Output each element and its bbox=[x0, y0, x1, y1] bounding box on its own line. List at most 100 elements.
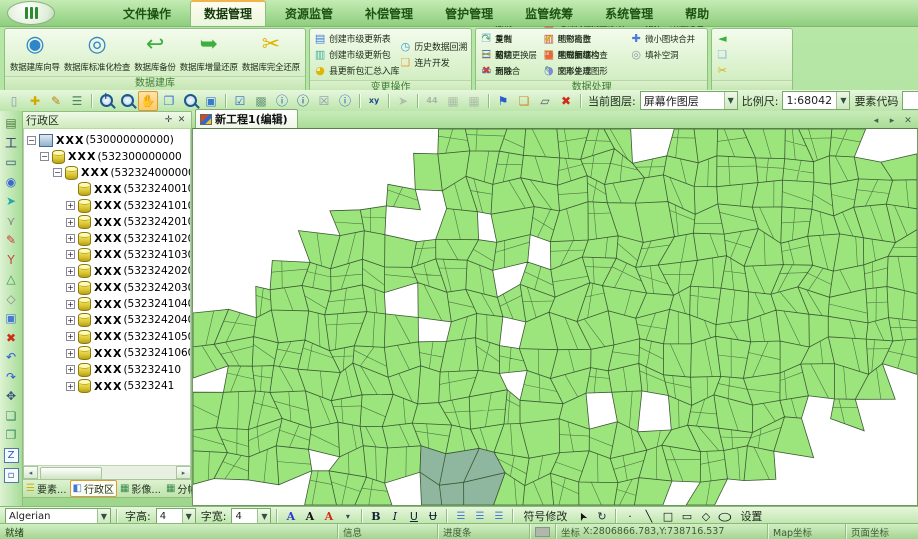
tree-node[interactable]: +XXX(532324103000 bbox=[27, 247, 190, 263]
ribbon-button[interactable]: ❏连片开发 bbox=[399, 55, 467, 70]
edit-check-icon[interactable]: ☑ bbox=[230, 91, 250, 111]
align-left-icon[interactable]: ☰ bbox=[452, 508, 469, 525]
collapse-icon[interactable]: − bbox=[27, 136, 36, 145]
menu-tab-5[interactable]: 管护管理 bbox=[432, 2, 506, 26]
tree-node[interactable]: +XXX(532324201000 bbox=[27, 214, 190, 230]
tree-node[interactable]: −XXX(532324000000) bbox=[27, 165, 190, 181]
pointer-icon[interactable]: ➤ bbox=[393, 91, 413, 111]
pointer-star-icon[interactable]: ➤ bbox=[2, 192, 20, 210]
xy-coordinate-icon[interactable]: xy bbox=[364, 91, 384, 111]
close-panel-icon[interactable]: ✕ bbox=[175, 114, 188, 126]
image-icon[interactable]: ▣ bbox=[201, 91, 221, 111]
move-icon[interactable]: ✥ bbox=[2, 387, 20, 405]
chevron-down-icon[interactable]: ▼ bbox=[97, 509, 110, 523]
feature-code-combo[interactable]: ▼ bbox=[902, 91, 918, 110]
delete-x-icon[interactable]: ✖ bbox=[556, 91, 576, 111]
ribbon-button[interactable]: ▭面融合 bbox=[480, 63, 537, 78]
expand-icon[interactable]: + bbox=[66, 218, 75, 227]
zoom-window-icon[interactable] bbox=[180, 91, 200, 111]
scroll-track[interactable] bbox=[38, 467, 176, 478]
zoom-in-icon[interactable] bbox=[96, 91, 116, 111]
document-tab[interactable]: 新工程1(编辑) bbox=[195, 109, 298, 128]
panel-tab-影像[interactable]: ▦影像... bbox=[118, 481, 163, 496]
ribbon-button[interactable]: ❐复制 bbox=[480, 31, 537, 46]
expand-icon[interactable]: + bbox=[66, 316, 75, 325]
line-tool-icon[interactable]: ╲ bbox=[640, 508, 657, 525]
char-width-combo[interactable]: 4▼ bbox=[231, 508, 271, 524]
new-doc-icon[interactable]: ▯ bbox=[4, 91, 24, 111]
add-icon[interactable]: ✚ bbox=[25, 91, 45, 111]
diamond-tool-icon[interactable]: ◇ bbox=[697, 508, 714, 525]
expand-icon[interactable]: + bbox=[66, 332, 75, 341]
triangle-icon[interactable]: △ bbox=[2, 270, 20, 288]
layers-icon[interactable]: ❏ bbox=[514, 91, 534, 111]
grid-a-icon[interactable]: ▦ bbox=[443, 91, 463, 111]
chevron-down-icon[interactable]: ▼ bbox=[724, 92, 737, 109]
layer-swap-icon[interactable]: ❐ bbox=[2, 426, 20, 444]
note-icon[interactable]: ✎ bbox=[46, 91, 66, 111]
grid-b-icon[interactable]: ▦ bbox=[464, 91, 484, 111]
parcel-map[interactable] bbox=[193, 129, 917, 505]
pan-icon[interactable]: ✋ bbox=[138, 91, 158, 111]
info3-icon[interactable]: ⓘ bbox=[335, 91, 355, 111]
font-color-black-icon[interactable]: A bbox=[301, 508, 318, 525]
ribbon-button[interactable]: ↩数据库备份 bbox=[133, 33, 177, 73]
symbol-edit-button[interactable]: 符号修改 bbox=[518, 508, 572, 525]
tree-node[interactable]: +XXX(53232410 bbox=[27, 361, 190, 377]
font-color-blue-icon[interactable]: A bbox=[282, 508, 299, 525]
align-right-icon[interactable]: ☰ bbox=[490, 508, 507, 525]
expand-icon[interactable]: + bbox=[66, 365, 75, 374]
strike-icon[interactable]: Ʉ bbox=[424, 508, 441, 525]
undo-side-icon[interactable]: ↶ bbox=[2, 348, 20, 366]
char-height-combo[interactable]: 4▼ bbox=[156, 508, 196, 524]
rect-select-icon[interactable]: ▭ bbox=[2, 153, 20, 171]
app-logo-orb[interactable] bbox=[7, 1, 55, 25]
tree-node[interactable]: +XXX(5323241040 bbox=[27, 296, 190, 312]
ribbon-button[interactable]: ◕生成面结构 bbox=[543, 47, 624, 62]
point-tool-icon[interactable]: · bbox=[621, 508, 638, 525]
menu-tab-2[interactable]: 数据管理 bbox=[190, 0, 266, 26]
expand-icon[interactable]: + bbox=[66, 267, 75, 276]
diamond-icon[interactable]: ◇ bbox=[2, 290, 20, 308]
ribbon-button[interactable]: ✚微小图块合并 bbox=[630, 31, 703, 46]
menu-tab-8[interactable]: 帮助 bbox=[672, 2, 722, 26]
menu-tab-6[interactable]: 监管统筹 bbox=[512, 2, 586, 26]
info2-icon[interactable]: ⓘ bbox=[293, 91, 313, 111]
ribbon-button[interactable]: ✂ bbox=[716, 63, 728, 78]
scroll-right-icon[interactable]: ▸ bbox=[176, 466, 191, 479]
scroll-thumb[interactable] bbox=[40, 467, 102, 480]
menu-tab-4[interactable]: 补偿管理 bbox=[352, 2, 426, 26]
eye-icon[interactable]: ◉ bbox=[2, 173, 20, 191]
ribbon-button[interactable]: ◕县更新包汇总入库 bbox=[314, 63, 399, 78]
current-layer-combo[interactable]: 屏幕作图层▼ bbox=[640, 91, 738, 110]
ribbon-button[interactable]: ◷历史数据回溯 bbox=[399, 39, 467, 54]
tree-node[interactable]: −XXX(532300000000 bbox=[27, 148, 190, 164]
zoom-out-icon[interactable] bbox=[117, 91, 137, 111]
tree-node[interactable]: +XXX(532324102000 bbox=[27, 230, 190, 246]
close-tab-icon[interactable]: ✕ bbox=[902, 116, 914, 126]
italic-icon[interactable]: I bbox=[386, 508, 403, 525]
ribbon-button[interactable]: ➥数据库增量还原 bbox=[179, 33, 239, 73]
font-family-combo[interactable]: Algerian▼ bbox=[5, 508, 111, 524]
tree-node[interactable]: XXX(532324001000 bbox=[27, 181, 190, 197]
ribbon-button[interactable]: ❖拓扑一致性处理 bbox=[630, 26, 703, 30]
ellipse-tool-icon[interactable]: ○ bbox=[716, 508, 733, 525]
node-edit-icon[interactable]: Y bbox=[2, 251, 20, 269]
ribbon-button[interactable]: ▥创建市级更新包 bbox=[314, 47, 399, 62]
chevron-down-icon[interactable]: ▼ bbox=[257, 509, 270, 523]
panel-tab-行政区[interactable]: ◧行政区 bbox=[70, 480, 117, 497]
pin-icon[interactable]: ✛ bbox=[162, 114, 175, 126]
settings-button[interactable]: 设置 bbox=[735, 508, 767, 525]
tree-node[interactable]: +XXX(5323242030 bbox=[27, 280, 190, 296]
menu-tab-1[interactable]: 文件操作 bbox=[110, 2, 184, 26]
scale-combo[interactable]: 1:68042▼ bbox=[782, 91, 850, 110]
font-color-red-icon[interactable]: A bbox=[320, 508, 337, 525]
collapse-icon[interactable]: − bbox=[53, 168, 62, 177]
scroll-left-icon[interactable]: ◂ bbox=[23, 466, 38, 479]
underline-icon[interactable]: U bbox=[405, 508, 422, 525]
ribbon-button[interactable]: ◑文本生成图形 bbox=[543, 63, 624, 78]
expand-icon[interactable]: + bbox=[66, 201, 75, 210]
red-pen-icon[interactable]: ✎ bbox=[2, 231, 20, 249]
tree-node[interactable]: +XXX(532324105000 bbox=[27, 329, 190, 345]
roundrect-tool-icon[interactable]: ▭ bbox=[678, 508, 695, 525]
